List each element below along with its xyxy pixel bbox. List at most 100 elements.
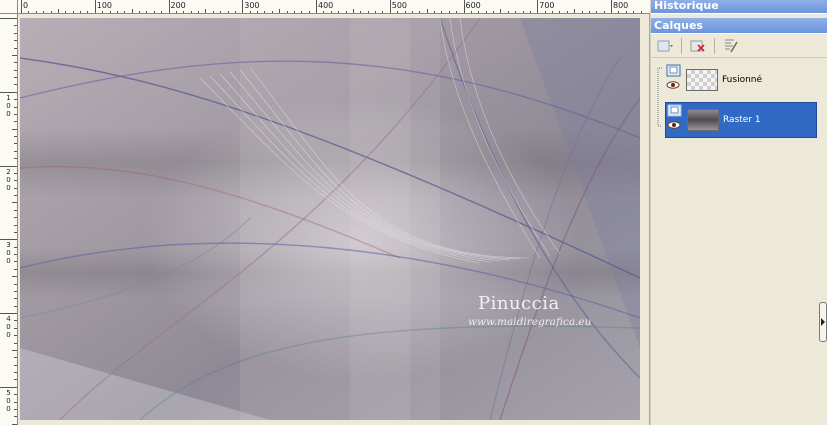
ruler-tick [14, 209, 17, 211]
ruler-tick [301, 11, 303, 13]
ruler-label: 700 [539, 1, 555, 10]
ruler-label: 5 [6, 388, 11, 397]
ruler-tick [14, 327, 17, 329]
ruler-tick [308, 11, 310, 13]
ruler-tick [35, 11, 37, 13]
ruler-tick [205, 9, 207, 13]
ruler-tick [14, 372, 17, 373]
ruler-tick [14, 283, 17, 285]
ruler-label: 300 [244, 1, 260, 10]
ruler-tick [153, 11, 155, 13]
layer-row-fusionne[interactable]: Fusionné [665, 62, 817, 98]
ruler-label: 2 [6, 167, 11, 176]
ruler-label: 600 [465, 1, 481, 10]
ruler-tick [12, 54, 17, 56]
ruler-tick [14, 143, 17, 145]
layer-properties-icon[interactable] [721, 37, 741, 55]
ruler-tick [87, 11, 89, 13]
ruler-tick [0, 313, 17, 314]
watermark-url: www.maidiregrafica.eu [468, 316, 592, 328]
layers-panel: Calques Fusionné Raster 1 [651, 18, 827, 168]
ruler-tick [14, 364, 17, 366]
layers-title[interactable]: Calques [651, 18, 827, 34]
ruler-tick [14, 298, 17, 300]
ruler-label: 0 [6, 404, 11, 413]
new-layer-icon[interactable] [655, 37, 675, 55]
history-title[interactable]: Historique [651, 0, 827, 14]
ruler-tick [14, 136, 17, 137]
ruler-tick [14, 158, 17, 160]
ruler-tick [94, 0, 96, 13]
ruler-tick [14, 32, 17, 34]
ruler-tick [0, 91, 17, 93]
ruler-tick [404, 11, 406, 13]
ruler-label: 3 [6, 241, 11, 250]
layer-thumbnail [686, 69, 718, 91]
ruler-tick [65, 11, 67, 13]
panel-collapse-handle[interactable] [819, 302, 827, 342]
ruler-tick [109, 11, 111, 13]
ruler-label: 0 [6, 257, 11, 266]
ruler-tick [0, 165, 17, 167]
ruler-tick [14, 106, 17, 108]
ruler-tick [102, 11, 104, 13]
ruler-tick [625, 11, 627, 13]
ruler-tick [14, 416, 17, 418]
ruler-tick [28, 11, 30, 13]
ruler-tick [434, 11, 435, 13]
ruler-tick [14, 195, 17, 196]
ruler-tick [14, 246, 17, 248]
ruler-tick [323, 11, 325, 13]
ruler-tick [544, 11, 546, 13]
delete-layer-icon[interactable] [688, 37, 708, 55]
ruler-tick [14, 217, 17, 219]
ruler-tick [234, 11, 236, 13]
ruler-tick [183, 11, 185, 13]
ruler-tick [14, 180, 17, 182]
ruler-tick [14, 62, 17, 64]
ruler-tick [397, 11, 399, 13]
ruler-tick [14, 357, 17, 359]
ruler-tick [338, 11, 340, 13]
ruler-tick [14, 254, 17, 255]
layer-row-raster-1[interactable]: Raster 1 [665, 102, 817, 138]
ruler-tick [72, 11, 74, 13]
ruler-tick [14, 40, 17, 42]
ruler-label: 0 [6, 323, 11, 331]
ruler-tick [286, 11, 288, 13]
ruler-tick [14, 320, 17, 322]
ruler-tick [14, 84, 17, 86]
ruler-tick [463, 0, 465, 13]
ruler-tick [12, 128, 17, 130]
ruler-tick [559, 11, 561, 13]
ruler-tick [537, 0, 539, 13]
ruler-tick [618, 11, 620, 13]
ruler-tick [14, 231, 17, 233]
ruler-tick [426, 9, 428, 13]
ruler-tick [116, 11, 118, 13]
ruler-tick [271, 11, 273, 13]
ruler-tick [522, 11, 524, 13]
layer-name: Fusionné [722, 75, 763, 85]
ruler-tick [611, 0, 612, 13]
toolbar-separator [714, 37, 715, 54]
ruler-tick [330, 11, 332, 13]
ruler-tick [14, 150, 17, 152]
ruler-tick [12, 276, 17, 278]
ruler-tick [212, 11, 214, 13]
history-panel: Historique [651, 0, 827, 14]
ruler-tick [411, 11, 413, 13]
ruler-tick [470, 11, 472, 13]
ruler-label: 0 [6, 183, 11, 192]
ruler-tick [14, 261, 17, 263]
ruler-tick [566, 11, 568, 13]
ruler-tick [14, 187, 17, 189]
ruler-tick [139, 11, 140, 13]
ruler-tick [507, 11, 509, 13]
ruler-tick [0, 18, 17, 19]
ruler-label: 800 [613, 1, 629, 10]
ruler-corner [0, 0, 18, 14]
image-canvas[interactable]: Pinuccia www.maidiregrafica.eu [20, 18, 640, 420]
ruler-tick [14, 69, 17, 71]
right-panel: Historique Calques Fusionné Raster 1 [651, 0, 827, 425]
